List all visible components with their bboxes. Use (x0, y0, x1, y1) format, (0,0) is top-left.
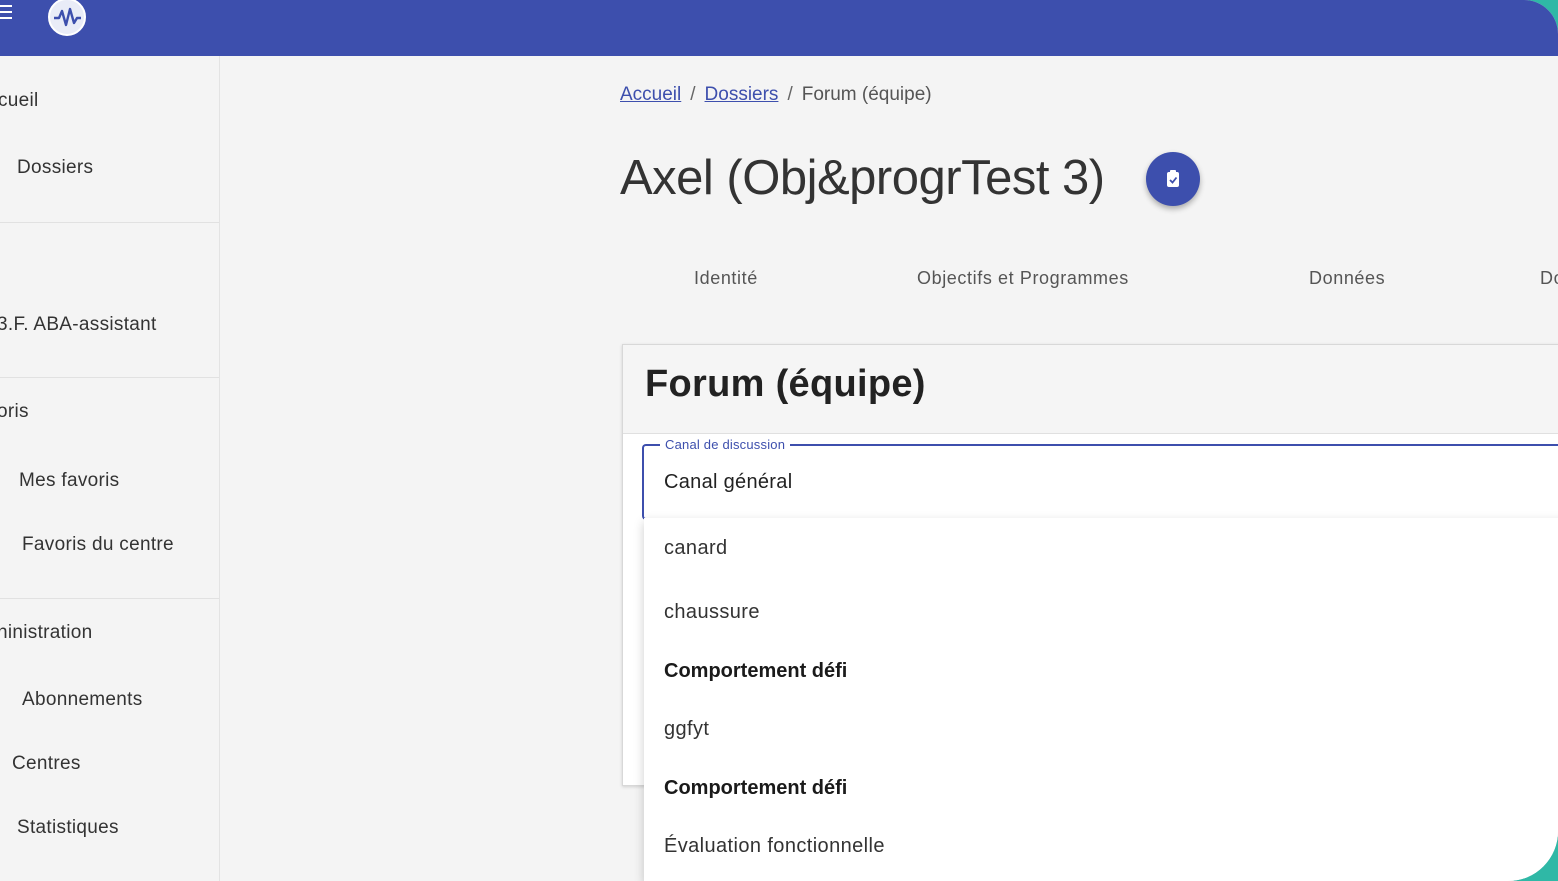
channel-group-header: Comportement défi (664, 660, 848, 682)
channel-option-ggfyt[interactable]: ggfyt (664, 718, 709, 741)
app-window: cueil Dossiers 3.F. ABA-assistant oris M… (0, 0, 1558, 881)
breadcrumb-current: Forum (équipe) (801, 84, 932, 105)
channel-dropdown-menu: canard chaussure Comportement défi ggfyt… (644, 518, 1558, 881)
sidebar-item-centres[interactable]: Centres (12, 753, 81, 775)
dossier-action-button[interactable] (1146, 152, 1200, 206)
sidebar-item-favoris-du-centre[interactable]: Favoris du centre (22, 534, 174, 556)
breadcrumb-link-dossiers[interactable]: Dossiers (705, 84, 779, 105)
channel-group-header: Comportement défi (664, 777, 848, 799)
channel-option-chaussure[interactable]: chaussure (664, 601, 760, 624)
tab-identite[interactable]: Identité (694, 268, 758, 289)
channel-select-value: Canal général (664, 471, 793, 493)
breadcrumb-separator: / (690, 84, 696, 105)
breadcrumb-link-accueil[interactable]: Accueil (620, 84, 681, 105)
forum-card-header: Forum (équipe) (623, 345, 1558, 434)
clipboard-check-icon (1167, 170, 1179, 187)
tab-donnees[interactable]: Données (1309, 268, 1385, 289)
channel-select-label: Canal de discussion (660, 437, 791, 452)
sidebar-divider (0, 598, 219, 599)
sidebar-item-aba-assistant[interactable]: 3.F. ABA-assistant (0, 314, 157, 336)
tab-objectifs-programmes[interactable]: Objectifs et Programmes (917, 268, 1129, 289)
sidebar-section-administration: ninistration (0, 622, 93, 643)
hamburger-menu-icon[interactable] (0, 5, 12, 21)
channel-option-evaluation-fonctionnelle[interactable]: Évaluation fonctionnelle (664, 835, 885, 858)
sidebar-item-statistiques[interactable]: Statistiques (17, 817, 119, 839)
main-content: Accueil / Dossiers / Forum (équipe) Axel (Ob… (220, 56, 1558, 881)
channel-select[interactable]: Canal de discussion Canal général (642, 437, 1558, 520)
sidebar: cueil Dossiers 3.F. ABA-assistant oris M… (0, 56, 220, 881)
breadcrumb: Accueil / Dossiers / Forum (équipe) (620, 84, 932, 106)
channel-option-canard[interactable]: canard (664, 537, 728, 560)
sidebar-divider (0, 377, 219, 378)
top-app-bar (0, 0, 1558, 56)
brain-wave-logo-icon[interactable] (46, 0, 88, 38)
breadcrumb-separator: / (787, 84, 793, 105)
tab-documents[interactable]: Do (1540, 268, 1558, 289)
forum-title: Forum (équipe) (645, 363, 926, 405)
sidebar-item-dossiers[interactable]: Dossiers (17, 157, 93, 179)
sidebar-item-mes-favoris[interactable]: Mes favoris (19, 470, 119, 492)
sidebar-section-favoris: oris (0, 401, 29, 422)
page-title: Axel (Obj&progrTest 3) (620, 151, 1105, 205)
sidebar-item-abonnements[interactable]: Abonnements (22, 689, 143, 711)
sidebar-item-accueil[interactable]: cueil (0, 90, 39, 112)
sidebar-divider (0, 222, 219, 223)
